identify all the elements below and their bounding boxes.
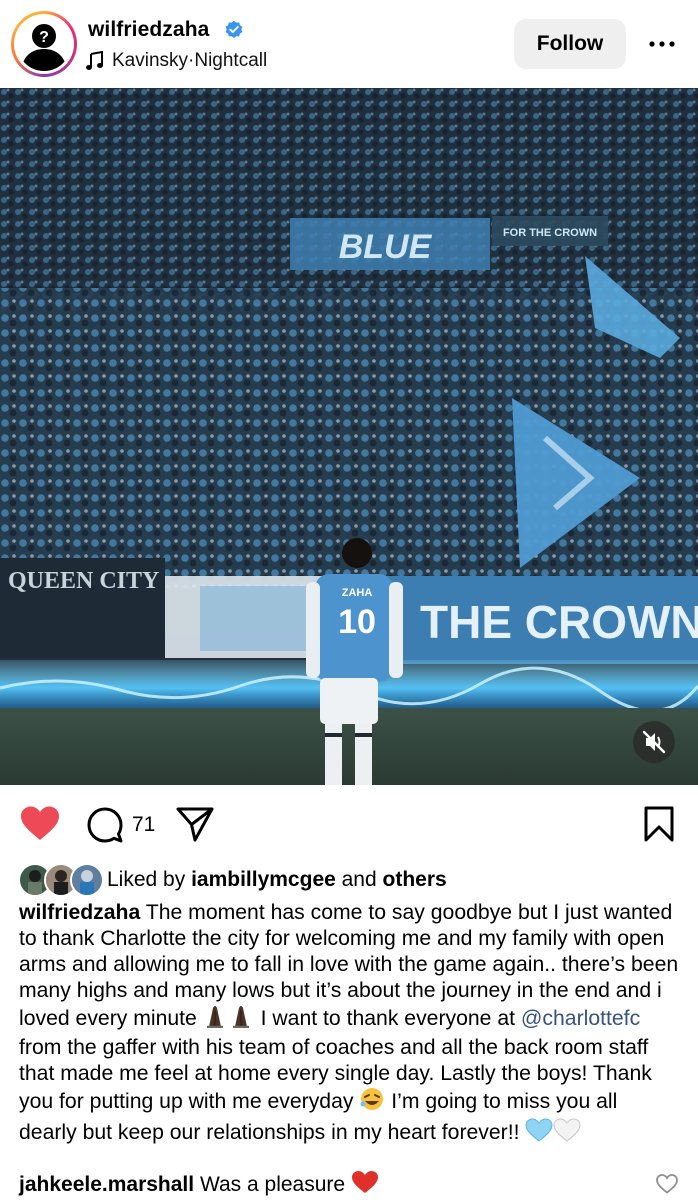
rofl-emoji xyxy=(359,1087,385,1118)
liked-by-and: and xyxy=(335,868,383,891)
white-heart-emoji xyxy=(553,1118,581,1149)
praying-hands-emoji xyxy=(203,1004,255,1035)
right-banner-text: THE CROWN xyxy=(420,596,698,648)
liked-by-text: Liked by iambillymcgee and others xyxy=(107,868,447,892)
music-artist: Kavinsky xyxy=(112,50,189,71)
liked-by-prefix: Liked by xyxy=(107,868,192,891)
music-note-icon xyxy=(86,51,103,70)
comment-icon[interactable] xyxy=(86,806,124,844)
verified-badge-icon xyxy=(225,20,243,38)
liked-by-row[interactable]: Liked by iambillymcgee and others xyxy=(18,860,698,900)
top-right-banner-text: FOR THE CROWN xyxy=(503,227,597,239)
mute-button[interactable] xyxy=(633,721,675,763)
heart-icon[interactable] xyxy=(20,806,60,842)
liked-by-user[interactable]: iambillymcgee xyxy=(191,868,336,891)
comment-row: jahkeele.marshall Was a pleasure xyxy=(19,1170,659,1200)
mute-icon xyxy=(642,730,666,754)
music-track: Nightcall xyxy=(194,50,268,71)
more-icon[interactable] xyxy=(640,30,684,58)
svg-text:?: ? xyxy=(39,29,49,46)
liker-avatar xyxy=(70,863,104,897)
username[interactable]: wilfriedzaha xyxy=(88,18,209,42)
comment-author[interactable]: jahkeele.marshall xyxy=(19,1173,194,1196)
profile-avatar[interactable]: ? xyxy=(11,11,77,77)
top-banner-text: BLUE xyxy=(339,228,433,266)
caption-text-2: I want to thank everyone at xyxy=(254,1007,521,1030)
stadium-scene-image: BLUE FOR THE CROWN QUEEN CITY THE CROWN xyxy=(0,88,698,785)
post-caption: wilfriedzaha The moment has come to say … xyxy=(19,900,679,1149)
bookmark-icon[interactable] xyxy=(643,806,675,842)
red-heart-emoji xyxy=(351,1170,379,1200)
jersey-number: 10 xyxy=(338,603,376,641)
avatar-image: ? xyxy=(17,17,71,71)
blue-heart-emoji xyxy=(525,1118,553,1149)
post-video[interactable]: BLUE FOR THE CROWN QUEEN CITY THE CROWN xyxy=(0,88,698,785)
liked-by-others[interactable]: others xyxy=(383,868,447,891)
comment-count[interactable]: 71 xyxy=(132,813,155,837)
avatar-silhouette-icon: ? xyxy=(17,17,71,71)
post-header: ? wilfriedzaha Kavinsky · Nightcall Foll… xyxy=(0,0,698,88)
avatar-ring-gap: ? xyxy=(14,14,74,74)
share-icon[interactable] xyxy=(175,805,215,843)
left-banner-text: QUEEN CITY xyxy=(8,568,159,594)
caption-author[interactable]: wilfriedzaha xyxy=(19,901,140,924)
comment-text: Was a pleasure xyxy=(194,1173,351,1196)
jersey-name: ZAHA xyxy=(342,587,373,599)
comment-like-heart-icon[interactable] xyxy=(656,1174,678,1194)
mention-link[interactable]: @charlottefc xyxy=(521,1007,640,1030)
follow-button[interactable]: Follow xyxy=(514,19,626,69)
music-attribution[interactable]: Kavinsky · Nightcall xyxy=(86,50,267,72)
